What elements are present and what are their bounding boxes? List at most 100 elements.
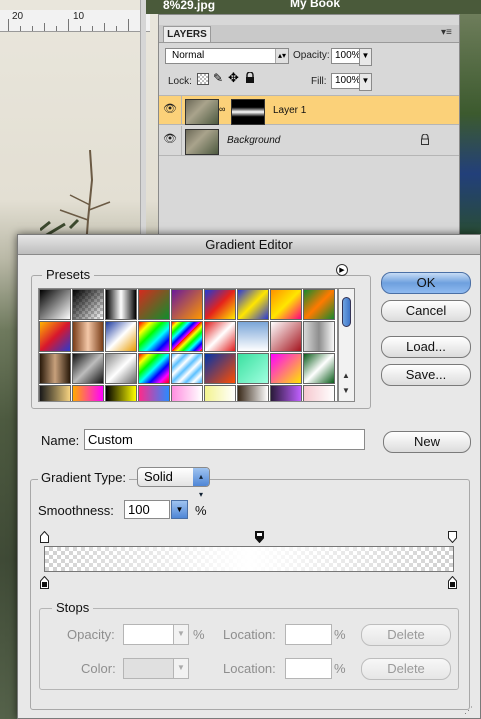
gradient-type-value: Solid xyxy=(144,469,173,484)
stop-location-input[interactable] xyxy=(285,624,332,645)
opacity-stop-right[interactable] xyxy=(448,531,457,543)
mask-link-icon[interactable]: ∞ xyxy=(219,104,225,114)
layer-name[interactable]: Layer 1 xyxy=(273,105,306,116)
fill-value: 100% xyxy=(335,75,361,86)
preset-swatch[interactable] xyxy=(105,321,137,352)
presets-menu-arrow-icon[interactable]: ▶ xyxy=(336,264,348,276)
scroll-up-arrow-icon[interactable]: ▲ xyxy=(342,371,350,380)
visibility-eye-icon[interactable]: 👁 xyxy=(163,132,177,146)
preset-swatch[interactable] xyxy=(204,289,236,320)
preset-swatch[interactable] xyxy=(237,353,269,384)
gradient-name-input[interactable]: Custom xyxy=(84,429,365,450)
layer-row-layer-1[interactable]: 👁 ∞ Layer 1 xyxy=(159,95,459,125)
chevron-down-icon[interactable]: ▼ xyxy=(173,624,189,645)
ok-button[interactable]: OK xyxy=(381,272,471,294)
preset-swatch[interactable] xyxy=(72,353,104,384)
stop-opacity-unit: % xyxy=(193,627,205,642)
smoothness-input[interactable]: 100 xyxy=(124,500,170,519)
preset-swatch[interactable] xyxy=(72,289,104,320)
color-stop-right[interactable] xyxy=(448,576,457,589)
chevron-down-icon[interactable]: ▼ xyxy=(171,500,188,519)
stop-location-label: Location: xyxy=(223,627,276,642)
preset-swatch[interactable] xyxy=(138,385,170,401)
preset-swatch[interactable] xyxy=(39,289,71,320)
tab-layers[interactable]: LAYERS xyxy=(163,26,211,42)
fill-input[interactable]: 100% ▼ xyxy=(331,73,372,91)
chevron-down-icon[interactable]: ▼ xyxy=(173,658,189,679)
scroll-down-arrow-icon[interactable]: ▼ xyxy=(342,386,350,395)
dialog-title[interactable]: Gradient Editor xyxy=(18,235,480,255)
new-button[interactable]: New xyxy=(383,431,471,453)
preset-swatch[interactable] xyxy=(237,321,269,352)
delete-stop-button[interactable]: Delete xyxy=(361,624,451,646)
scrollbar-thumb[interactable] xyxy=(342,297,351,327)
presets-scrollbar[interactable]: ▲ ▼ xyxy=(338,288,355,402)
stop-location-input[interactable] xyxy=(285,658,332,679)
preset-swatch[interactable] xyxy=(303,289,335,320)
load-button[interactable]: Load... xyxy=(381,336,471,358)
document-filename: 8%29.jpg xyxy=(163,0,216,12)
cancel-button[interactable]: Cancel xyxy=(381,300,471,322)
layer-mask-thumbnail[interactable] xyxy=(231,99,265,125)
preset-swatch[interactable] xyxy=(171,353,203,384)
layer-thumbnail xyxy=(185,99,219,125)
preset-swatch[interactable] xyxy=(72,321,104,352)
preset-swatch[interactable] xyxy=(138,353,170,384)
lock-image-brush-icon[interactable]: ✎ xyxy=(213,71,223,85)
delete-stop-button[interactable]: Delete xyxy=(361,658,451,680)
preset-swatch[interactable] xyxy=(39,385,71,401)
gradient-type-select[interactable]: Solid ▴ ▾ xyxy=(137,467,210,499)
preset-swatch[interactable] xyxy=(204,385,236,401)
smoothness-label: Smoothness: xyxy=(38,503,114,518)
preset-swatch[interactable] xyxy=(105,385,137,401)
preset-swatch[interactable] xyxy=(39,321,71,352)
color-stop-left[interactable] xyxy=(40,576,49,589)
layer-row-background[interactable]: 👁 Background xyxy=(159,126,459,156)
lock-position-move-icon[interactable]: ✥ xyxy=(228,70,239,86)
preset-swatch[interactable] xyxy=(204,321,236,352)
opacity-stop-middle[interactable] xyxy=(255,531,264,543)
preset-swatch[interactable] xyxy=(39,353,71,384)
gradient-type-label: Gradient Type: xyxy=(38,470,130,485)
opacity-stop-left[interactable] xyxy=(40,531,49,543)
preset-swatch[interactable] xyxy=(237,289,269,320)
opacity-label: Opacity: xyxy=(293,50,330,61)
chevron-down-icon[interactable]: ▼ xyxy=(359,73,372,91)
save-button[interactable]: Save... xyxy=(381,364,471,386)
preset-swatch[interactable] xyxy=(138,289,170,320)
preset-swatch[interactable] xyxy=(270,385,302,401)
preset-swatch[interactable] xyxy=(105,289,137,320)
resize-grip-icon[interactable]: ⋰ xyxy=(464,705,473,716)
blend-mode-select[interactable]: Normal ▴▾ xyxy=(165,48,289,64)
preset-swatch[interactable] xyxy=(303,353,335,384)
preset-swatch[interactable] xyxy=(105,353,137,384)
preset-swatch[interactable] xyxy=(171,321,203,352)
stop-color-swatch[interactable] xyxy=(123,658,175,679)
preset-swatch[interactable] xyxy=(171,385,203,401)
layer-thumbnail xyxy=(185,129,219,155)
canvas-edge xyxy=(140,0,146,240)
visibility-eye-icon[interactable]: 👁 xyxy=(163,102,177,116)
preset-swatch[interactable] xyxy=(270,321,302,352)
preset-swatch[interactable] xyxy=(138,321,170,352)
chevron-down-icon[interactable]: ▼ xyxy=(359,48,372,66)
layer-name[interactable]: Background xyxy=(227,135,280,146)
preset-swatch[interactable] xyxy=(303,385,335,401)
ruler-mark: 20 xyxy=(12,11,24,22)
stop-location-unit: % xyxy=(334,627,346,642)
ruler-mark: 10 xyxy=(73,11,85,22)
lock-transparency-icon[interactable] xyxy=(197,73,209,85)
stop-opacity-input[interactable] xyxy=(123,624,175,645)
preset-swatch[interactable] xyxy=(270,289,302,320)
preset-swatch[interactable] xyxy=(237,385,269,401)
preset-swatch[interactable] xyxy=(204,353,236,384)
preset-swatch[interactable] xyxy=(303,321,335,352)
preset-swatch[interactable] xyxy=(72,385,104,401)
gradient-preview-bar[interactable] xyxy=(44,546,454,572)
opacity-input[interactable]: 100% ▼ xyxy=(331,48,372,66)
preset-swatch[interactable] xyxy=(171,289,203,320)
preset-swatch[interactable] xyxy=(270,353,302,384)
lock-all-icon[interactable] xyxy=(245,71,255,83)
panel-menu-icon[interactable]: ▾≡ xyxy=(441,27,452,38)
blend-mode-value: Normal xyxy=(172,50,205,61)
